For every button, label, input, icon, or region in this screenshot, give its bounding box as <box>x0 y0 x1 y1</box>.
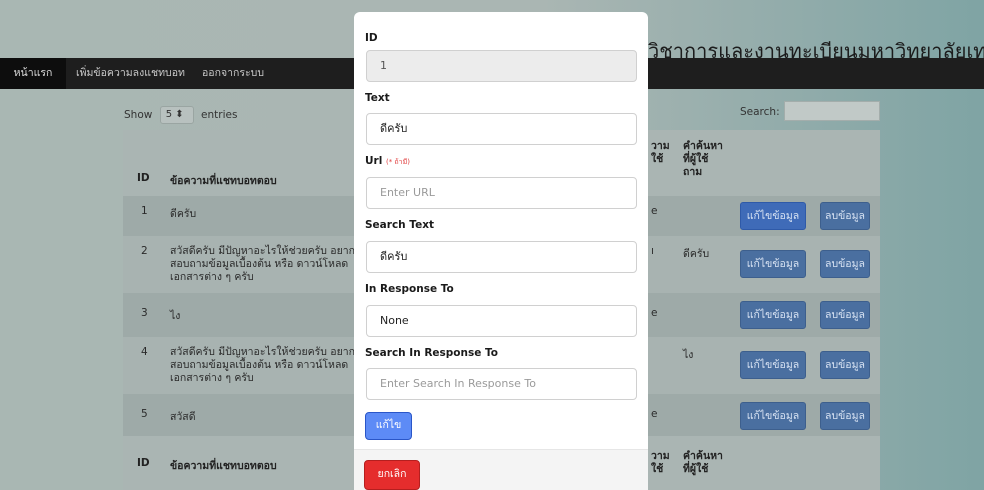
entries-select-value: 5 <box>165 109 173 120</box>
entries-select[interactable]: 5 ⬍ <box>159 106 194 124</box>
entries-length-control: Show 5 ⬍ entries <box>124 106 237 124</box>
row-partial: e <box>651 205 658 217</box>
row-partial: e <box>651 307 658 319</box>
row-id: 4 <box>141 346 148 358</box>
in-response-field[interactable]: None <box>366 305 637 337</box>
col-id-header[interactable]: ID <box>137 172 150 184</box>
row-search-word: ไง <box>683 349 694 361</box>
modal-footer: ยกเลิก <box>354 449 648 490</box>
show-label: Show <box>124 109 153 121</box>
row-id: 3 <box>141 307 148 319</box>
url-field[interactable]: Enter URL <box>366 177 637 209</box>
cancel-button[interactable]: ยกเลิก <box>364 460 420 490</box>
edit-button[interactable]: แก้ไขข้อมูล <box>740 301 806 329</box>
save-button[interactable]: แก้ไข <box>365 412 412 440</box>
col-question-footer: วาม ใช้ <box>651 450 670 475</box>
row-message: สวัสดีครับ มีปัญหาอะไรให้ช่วยครับ อยาก ส… <box>170 245 356 283</box>
edit-button[interactable]: แก้ไขข้อมูล <box>740 402 806 430</box>
search-in-response-label: Search In Response To <box>365 347 499 359</box>
col-id-footer: ID <box>137 457 150 469</box>
col-search-word-footer: คำค้นหา ที่ผู้ใช้ <box>683 450 723 475</box>
nav-logout-link[interactable]: ออกจากระบบ <box>202 58 264 89</box>
id-field[interactable]: 1 <box>366 50 637 82</box>
row-id: 1 <box>141 205 148 217</box>
in-response-label: In Response To <box>365 283 454 295</box>
row-message: ไง <box>170 310 181 322</box>
row-id: 2 <box>141 245 148 257</box>
search-in-response-field[interactable]: Enter Search In Response To <box>366 368 637 400</box>
delete-button[interactable]: ลบข้อมูล <box>820 351 870 379</box>
row-message: สวัสดี <box>170 411 196 423</box>
text-field[interactable]: ดีครับ <box>366 113 637 145</box>
url-optional-note: (* ถ้ามี) <box>385 158 410 166</box>
edit-modal: ID 1 Text ดีครับ Url (* ถ้ามี) Enter URL… <box>354 12 648 490</box>
row-message: สวัสดีครับ มีปัญหาอะไรให้ช่วยครับ อยาก ส… <box>170 346 356 384</box>
edit-button[interactable]: แก้ไขข้อมูล <box>740 250 806 278</box>
url-label-text: Url <box>365 155 383 167</box>
row-message: ดีครับ <box>170 208 197 220</box>
search-text-field[interactable]: ดีครับ <box>366 241 637 273</box>
row-partial: ı <box>651 245 654 257</box>
delete-button[interactable]: ลบข้อมูล <box>820 250 870 278</box>
edit-button[interactable]: แก้ไขข้อมูล <box>740 351 806 379</box>
col-message-footer: ข้อความที่แชทบอทตอบ <box>170 460 277 472</box>
id-label: ID <box>365 32 378 44</box>
row-search-word: ดีครับ <box>683 248 710 260</box>
delete-button[interactable]: ลบข้อมูล <box>820 301 870 329</box>
chevron-updown-icon: ⬍ <box>175 109 184 120</box>
entries-label: entries <box>201 109 238 121</box>
row-partial: e <box>651 408 658 420</box>
text-label: Text <box>365 92 390 104</box>
col-message-header[interactable]: ข้อความที่แชทบอทตอบ <box>170 172 277 189</box>
col-question-header[interactable]: วาม ใช้ <box>651 140 670 166</box>
url-label: Url (* ถ้ามี) <box>365 155 410 168</box>
nav-add-message-link[interactable]: เพิ่มข้อความลงแชทบอท <box>76 58 185 89</box>
row-id: 5 <box>141 408 148 420</box>
edit-button[interactable]: แก้ไขข้อมูล <box>740 202 806 230</box>
search-text-label: Search Text <box>365 219 434 231</box>
delete-button[interactable]: ลบข้อมูล <box>820 402 870 430</box>
nav-home-link[interactable]: หน้าแรก <box>0 58 66 89</box>
search-label: Search: <box>740 106 780 118</box>
col-search-word-header[interactable]: คำค้นหา ที่ผู้ใช้ ถาม <box>683 140 723 179</box>
delete-button[interactable]: ลบข้อมูล <box>820 202 870 230</box>
table-search-input[interactable] <box>784 101 880 121</box>
